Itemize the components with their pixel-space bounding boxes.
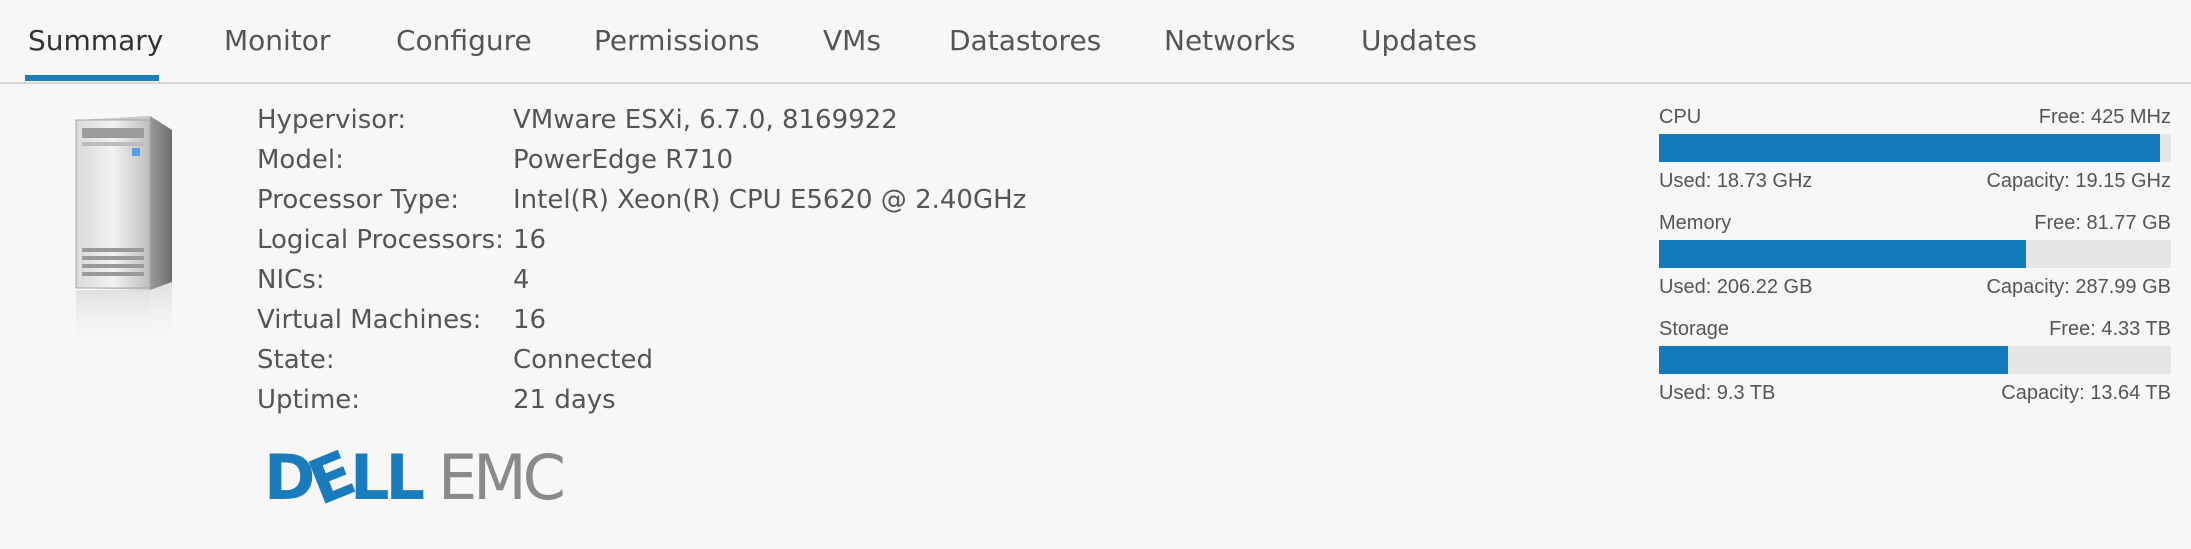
meter-used: Used: 206.22 GB	[1659, 276, 1813, 298]
meter-capacity: Capacity: 287.99 GB	[1986, 276, 2171, 298]
tab-updates[interactable]: Updates	[1361, 24, 1477, 80]
tab-permissions[interactable]: Permissions	[594, 24, 760, 80]
storage-usage-fill	[1659, 346, 2009, 374]
cpu-meter: CPU Free: 425 MHz Used: 18.73 GHz Capaci…	[1659, 106, 2171, 212]
meter-used: Used: 18.73 GHz	[1659, 170, 1813, 192]
tab-datastores[interactable]: Datastores	[949, 24, 1101, 80]
cpu-usage-bar	[1659, 134, 2171, 162]
property-value: 16	[513, 225, 547, 255]
memory-usage-fill	[1659, 240, 2026, 268]
svg-text:LL: LL	[350, 441, 424, 510]
property-value: Intel(R) Xeon(R) CPU E5620 @ 2.40GHz	[513, 185, 1027, 215]
meter-capacity: Capacity: 13.64 TB	[2001, 382, 2171, 404]
memory-meter: Memory Free: 81.77 GB Used: 206.22 GB Ca…	[1659, 212, 2171, 318]
meter-name: CPU	[1659, 106, 1702, 128]
meter-name: Storage	[1659, 318, 1730, 340]
meter-free: Free: 425 MHz	[2038, 106, 2171, 128]
meter-free: Free: 81.77 GB	[2034, 212, 2171, 234]
meter-used: Used: 9.3 TB	[1659, 382, 1776, 404]
property-label: Logical Processors:	[257, 225, 504, 255]
property-label: NICs:	[257, 265, 325, 295]
memory-usage-bar	[1659, 240, 2171, 268]
property-value: Connected	[513, 345, 654, 375]
property-label: State:	[257, 345, 335, 375]
meter-free: Free: 4.33 TB	[2049, 318, 2171, 340]
dell-emc-logo: D E LL EMC	[262, 436, 592, 520]
property-label: Uptime:	[257, 385, 361, 415]
resource-meters: CPU Free: 425 MHz Used: 18.73 GHz Capaci…	[1659, 106, 2171, 424]
property-value: 16	[513, 305, 547, 335]
tab-configure[interactable]: Configure	[396, 24, 532, 80]
meter-capacity: Capacity: 19.15 GHz	[1986, 170, 2171, 192]
property-label: Virtual Machines:	[257, 305, 482, 335]
property-label: Processor Type:	[257, 185, 459, 215]
tab-bar: Summary Monitor Configure Permissions VM…	[0, 0, 2191, 84]
tab-vms[interactable]: VMs	[823, 24, 881, 80]
property-value: 4	[513, 265, 530, 295]
storage-meter: Storage Free: 4.33 TB Used: 9.3 TB Capac…	[1659, 318, 2171, 424]
meter-name: Memory	[1659, 212, 1732, 234]
property-value: 21 days	[513, 385, 616, 415]
property-label: Hypervisor:	[257, 105, 407, 135]
svg-text:EMC: EMC	[438, 441, 563, 510]
active-tab-indicator	[25, 75, 159, 81]
tab-monitor[interactable]: Monitor	[224, 24, 330, 80]
tab-summary[interactable]: Summary	[28, 24, 163, 80]
cpu-usage-fill	[1659, 134, 2160, 162]
property-value: PowerEdge R710	[513, 145, 733, 175]
server-tower-icon	[70, 112, 180, 352]
tab-networks[interactable]: Networks	[1164, 24, 1296, 80]
storage-usage-bar	[1659, 346, 2171, 374]
property-value: VMware ESXi, 6.7.0, 8169922	[513, 105, 898, 135]
property-label: Model:	[257, 145, 344, 175]
